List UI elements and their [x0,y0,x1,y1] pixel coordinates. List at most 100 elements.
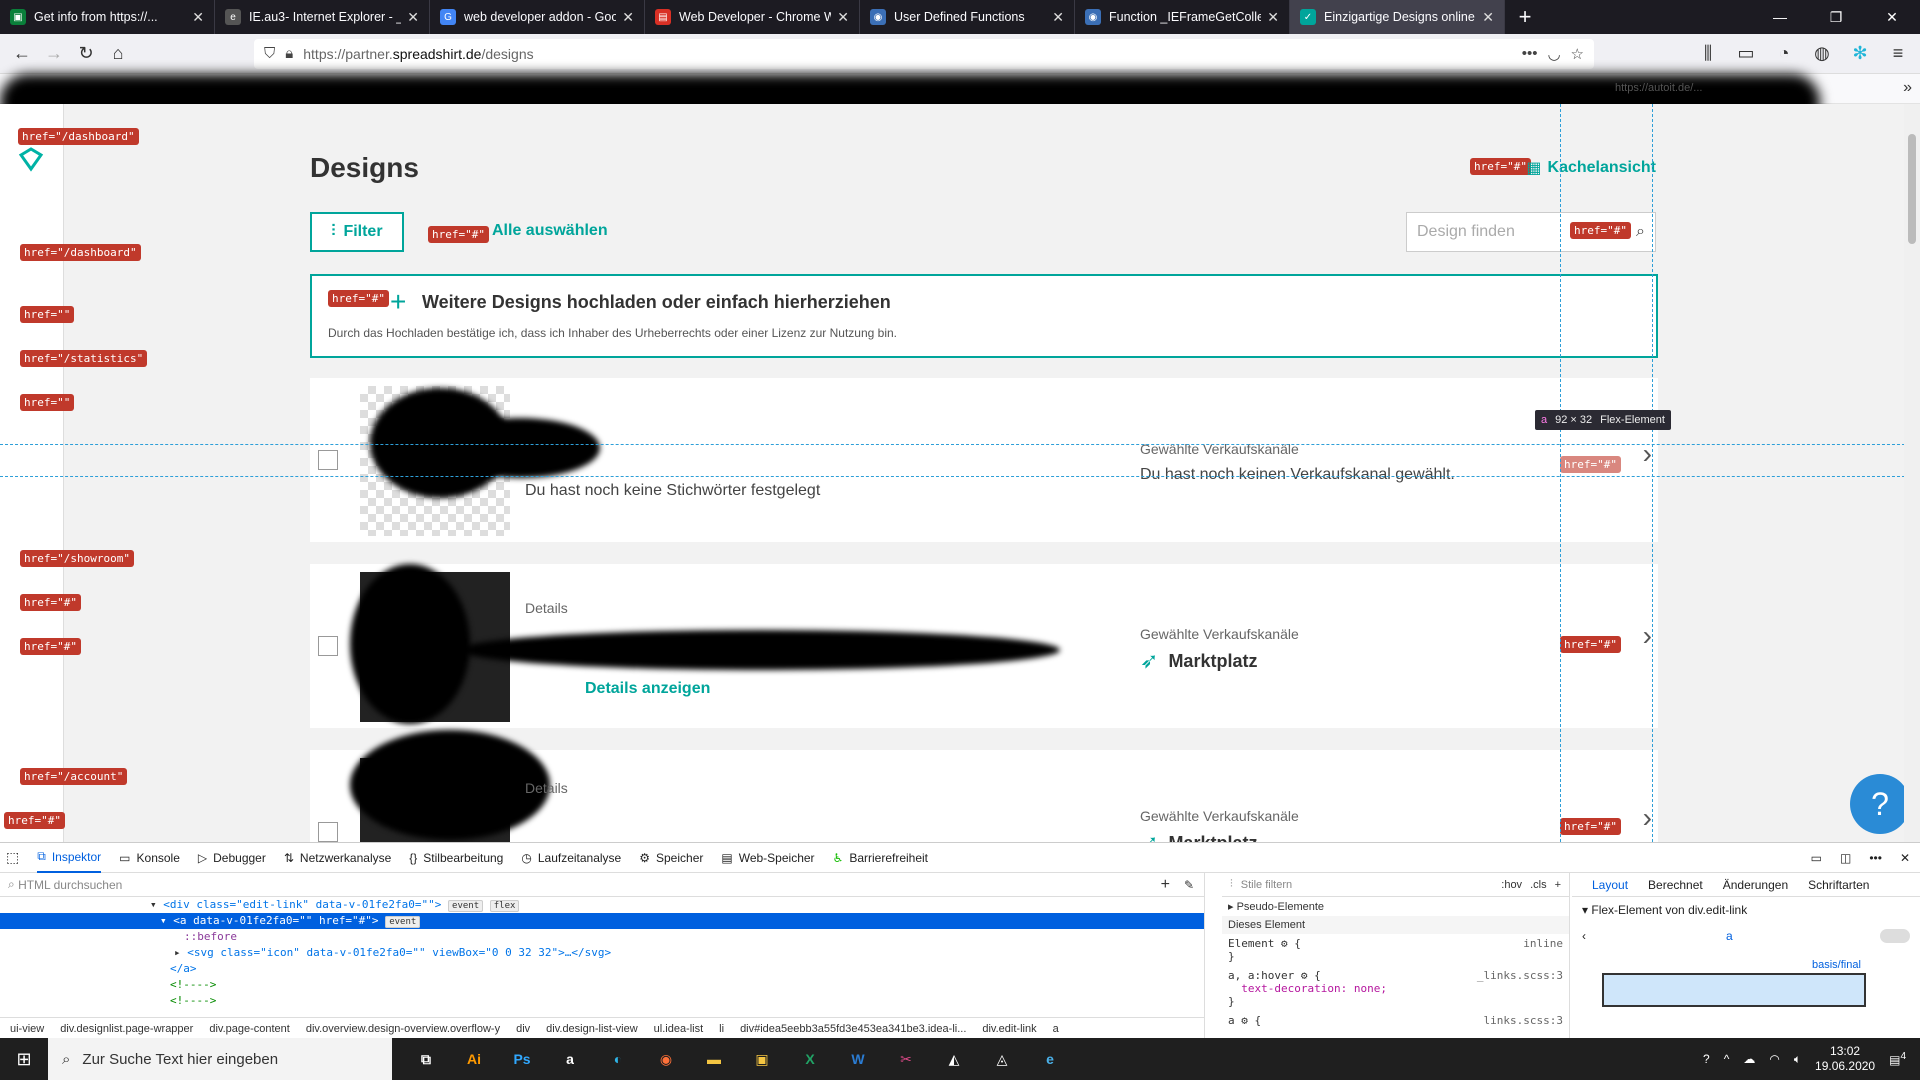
reload-icon[interactable]: ↻ [70,38,102,70]
chevron-right-icon[interactable]: › [1643,802,1652,834]
tab-style-editor[interactable]: {} Stilbearbeitung [409,843,503,873]
clock[interactable]: 13:02 19.06.2020 [1815,1044,1875,1074]
tab-storage[interactable]: ▤ Web-Speicher [721,843,814,873]
sidebar-link-statistics[interactable]: href="/statistics" [20,350,148,367]
filter-button[interactable]: ⫶ Filter [310,212,404,252]
tab-7-active[interactable]: ✓ Einzigartige Designs online b ✕ [1290,0,1505,34]
style-rule[interactable]: Element ⚙ { inline} [1222,934,1569,966]
chevron-up-icon[interactable]: ^ [1724,1052,1730,1066]
more-icon[interactable]: ••• [1869,851,1882,865]
close-icon[interactable]: ✕ [1052,9,1064,26]
style-filter[interactable]: ⫶ Stile filtern :hov .cls + [1222,873,1569,897]
sidebar-link-hash[interactable]: href="#" [20,594,81,611]
close-icon[interactable]: ✕ [837,9,849,26]
search-icon[interactable]: ⌕ [1636,223,1645,241]
sidebar-link-dashboard[interactable]: href="/dashboard" [18,128,139,145]
breadcrumb-item[interactable]: div.page-content [209,1023,290,1035]
pocket-icon[interactable]: ◡ [1547,45,1560,63]
rule-source[interactable]: _links.scss:3 [1477,969,1563,982]
breadcrumb-item[interactable]: div.edit-link [982,1023,1036,1035]
sidebar-link-hash[interactable]: href="#" [4,812,65,829]
new-tab-button[interactable]: + [1505,0,1545,34]
bookmark-url[interactable]: https://autoit.de/... [1615,82,1702,94]
photoshop-icon[interactable]: Ps [498,1038,546,1080]
event-badge[interactable]: event [448,900,484,912]
chevron-right-icon[interactable]: › [1643,438,1652,470]
tab-1[interactable]: ▣ Get info from https://... ✕ [0,0,215,34]
breadcrumb-item[interactable]: li [719,1023,724,1035]
cls-toggle[interactable]: .cls [1530,879,1547,891]
style-rule[interactable]: a ⚙ { links.scss:3 [1222,1011,1569,1030]
firefox-icon[interactable]: ◉ [642,1038,690,1080]
sidebar-link-hash[interactable]: href="#" [20,638,81,655]
excel-icon[interactable]: X [786,1038,834,1080]
tab-changes[interactable]: Änderungen [1723,878,1788,892]
edge-icon[interactable]: ◐ [594,1038,642,1080]
selected-element[interactable]: a [1726,929,1733,943]
close-icon[interactable]: ✕ [1267,9,1279,26]
sidebar-link-showroom[interactable]: href="/showroom" [20,550,134,567]
breadcrumb-item[interactable]: div#idea5eebb3a55fd3e453ea341be3.idea-li… [740,1023,966,1035]
close-icon[interactable]: ✕ [622,9,634,26]
flex-badge[interactable]: flex [489,900,520,912]
markup-comment[interactable]: <!----> [0,977,1204,993]
sidebar-link-account[interactable]: href="/account" [20,768,128,785]
help-button[interactable]: ? [1850,774,1910,834]
close-icon[interactable]: ✕ [192,9,204,26]
markup-comment[interactable]: <!----> [0,993,1204,1009]
dock-icon[interactable]: ◫ [1840,851,1851,865]
illustrator-icon[interactable]: Ai [450,1038,498,1080]
tab-inspector[interactable]: ⧉ Inspektor [37,843,102,873]
sidebar-link-empty[interactable]: href="" [20,306,75,323]
taskbar-search[interactable]: ⌕ Zur Suche Text hier eingeben [48,1038,392,1080]
tab-5[interactable]: ◉ User Defined Functions ✕ [860,0,1075,34]
design-checkbox[interactable] [318,450,338,470]
wifi-icon[interactable]: ◠ [1769,1052,1779,1066]
shield-icon[interactable]: ⛉ [264,45,275,62]
tab-debugger[interactable]: ▷ Debugger [198,843,266,873]
minimize-icon[interactable]: — [1752,0,1808,34]
windows-start-icon[interactable]: ⊞ [0,1038,48,1080]
html-search-input[interactable]: ⌕ HTML durchsuchen + ✎ [0,873,1204,897]
design-checkbox[interactable] [318,822,338,842]
tab-console[interactable]: ▭ Konsole [119,843,180,873]
autoit-icon[interactable]: ◭ [930,1038,978,1080]
design-checkbox[interactable] [318,636,338,656]
style-rule[interactable]: a, a:hover ⚙ { _links.scss:3 text-decora… [1222,966,1569,1011]
rule-property[interactable]: text-decoration: none; [1241,982,1387,995]
markup-line-selected[interactable]: ▾ <a data-v-01fe2fa0="" href="#"> event [0,913,1204,929]
sidebar-link-empty[interactable]: href="" [20,394,75,411]
markup-line[interactable]: ▸ <svg class="icon" data-v-01fe2fa0="" v… [0,945,1204,961]
event-badge[interactable]: event [385,916,421,928]
help-tray-icon[interactable]: ? [1703,1052,1710,1066]
sidebar-icon[interactable]: ▭ [1730,38,1762,70]
markup-line[interactable]: </a> [0,961,1204,977]
logo-icon[interactable] [18,146,44,172]
more-icon[interactable]: ••• [1522,45,1538,62]
upload-dropzone[interactable]: href="#" + Weitere Designs hochladen ode… [310,274,1658,358]
tab-computed[interactable]: Berechnet [1648,878,1703,892]
extension-icon[interactable]: ◍ [1806,38,1838,70]
menu-icon[interactable]: ≡ [1882,38,1914,70]
responsive-icon[interactable]: ▭ [1811,851,1822,865]
account-icon[interactable]: ◔ [1768,38,1800,70]
search-input[interactable]: Design finden [1417,223,1515,241]
breadcrumb-item[interactable]: div.designlist.page-wrapper [60,1023,193,1035]
task-view-icon[interactable]: ⧉ [402,1038,450,1080]
pick-element-icon[interactable]: ⬚ [6,849,19,866]
tab-fonts[interactable]: Schriftarten [1808,878,1869,892]
breadcrumb-item[interactable]: ul.idea-list [654,1023,704,1035]
close-icon[interactable]: ✕ [1482,9,1494,26]
rule-source[interactable]: links.scss:3 [1484,1014,1563,1027]
toggle-switch[interactable] [1880,929,1910,943]
close-icon[interactable]: ✕ [1900,851,1910,865]
tab-4[interactable]: ▤ Web Developer - Chrome We ✕ [645,0,860,34]
close-window-icon[interactable]: ✕ [1864,0,1920,34]
autoit-editor-icon[interactable]: ◬ [978,1038,1026,1080]
tab-accessibility[interactable]: ♿︎ Barrierefreiheit [833,843,928,873]
amazon-icon[interactable]: a [546,1038,594,1080]
add-node-icon[interactable]: + [1161,876,1170,894]
breadcrumb-item[interactable]: div [516,1023,530,1035]
tab-memory[interactable]: ⚙ Speicher [639,843,703,873]
word-icon[interactable]: W [834,1038,882,1080]
